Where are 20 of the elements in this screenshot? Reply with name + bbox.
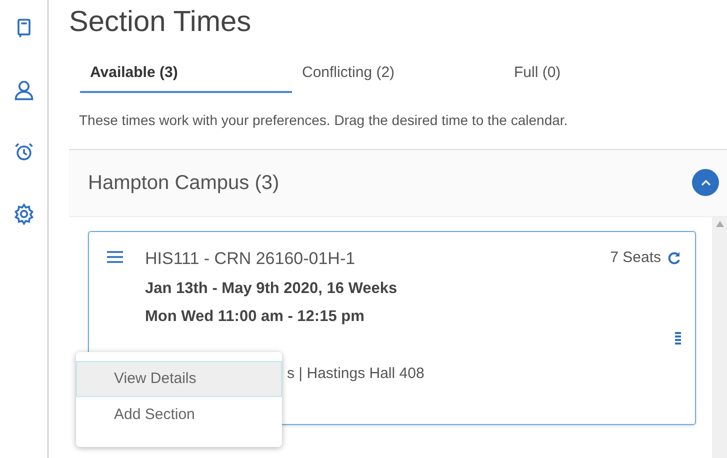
course-code: HIS111 - CRN 26160-01H-1: [145, 248, 356, 270]
instructions-text: These times work with your preferences. Drag the desired time to the calendar.: [79, 110, 569, 130]
menu-icon[interactable]: [107, 250, 123, 262]
menu-item[interactable]: View Details: [76, 361, 282, 397]
settings-icon[interactable]: [12, 203, 34, 225]
tab[interactable]: Full (0): [504, 62, 716, 92]
tab[interactable]: Conflicting (2): [292, 62, 504, 92]
tab[interactable]: Available (3): [80, 62, 292, 92]
campus-heading: Hampton Campus (3): [88, 170, 280, 196]
meeting-times: Mon Wed 11:00 am - 12:15 pm: [145, 307, 366, 328]
page-title: Section Times: [69, 5, 252, 40]
drag-handle-icon[interactable]: [675, 332, 681, 346]
scrollbar[interactable]: [712, 216, 727, 458]
user-icon[interactable]: [12, 79, 34, 101]
date-range: Jan 13th - May 9th 2020, 16 Weeks: [145, 279, 398, 299]
refresh-icon[interactable]: [667, 251, 681, 266]
location-text: s | Hastings Hall 408: [287, 364, 426, 384]
collapse-button[interactable]: [692, 169, 719, 196]
alarm-clock-icon[interactable]: [12, 141, 34, 163]
seats-count: 7 Seats: [610, 248, 661, 268]
